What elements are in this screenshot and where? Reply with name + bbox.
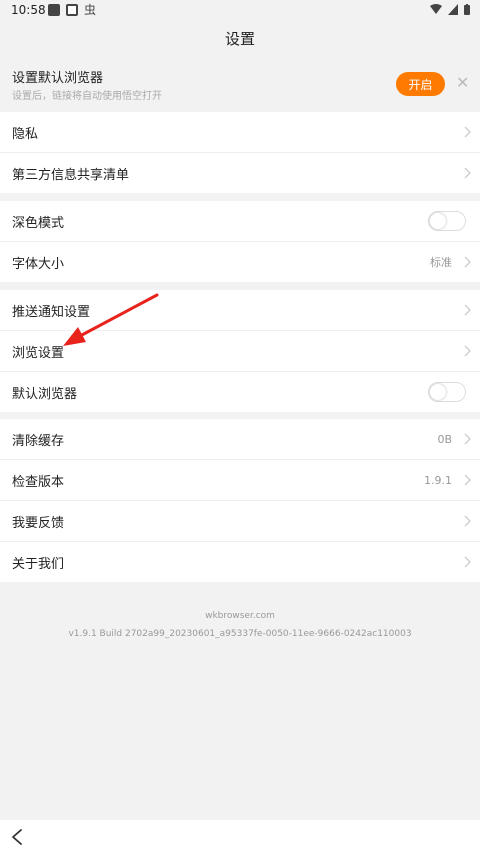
settings-row-third-party-sharing[interactable]: 第三方信息共享清单	[0, 153, 480, 193]
dark-mode-toggle[interactable]	[428, 211, 466, 231]
settings-row-font-size[interactable]: 字体大小 标准	[0, 242, 480, 282]
font-notification-icon	[66, 4, 78, 16]
status-time: 10:58	[11, 3, 46, 17]
page-title: 设置	[224, 29, 255, 48]
banner-subtitle: 设置后，链接将自动使用悟空打开	[12, 91, 162, 102]
settings-group-misc: 清除缓存 0B 检查版本 1.9.1 我要反馈 关于我们	[0, 419, 480, 582]
version-value: 1.9.1	[424, 473, 452, 487]
chevron-right-icon	[464, 256, 471, 268]
chevron-right-icon	[464, 126, 471, 138]
settings-row-privacy[interactable]: 隐私	[0, 112, 480, 153]
row-label: 检查版本	[12, 474, 65, 490]
row-label: 我要反馈	[12, 515, 65, 531]
system-icons	[430, 4, 470, 15]
settings-group-browse: 推送通知设置 浏览设置 默认浏览器	[0, 290, 480, 412]
cache-size-value: 0B	[437, 432, 452, 446]
chevron-right-icon	[464, 345, 471, 357]
default-browser-toggle[interactable]	[428, 382, 466, 402]
notification-icons: 虫	[48, 4, 96, 16]
chevron-right-icon	[464, 515, 471, 527]
row-label: 字体大小	[12, 256, 65, 272]
back-arrow-icon[interactable]	[10, 828, 24, 846]
toggle-knob	[430, 384, 446, 400]
row-label: 第三方信息共享清单	[12, 167, 130, 183]
wifi-icon	[430, 4, 442, 14]
settings-row-feedback[interactable]: 我要反馈	[0, 501, 480, 542]
bug-icon: 虫	[84, 3, 97, 17]
app-notification-icon	[48, 4, 60, 16]
chevron-right-icon	[464, 433, 471, 445]
close-icon[interactable]: ✕	[456, 75, 469, 91]
settings-row-default-browser: 默认浏览器	[0, 372, 480, 412]
settings-row-check-version[interactable]: 检查版本 1.9.1	[0, 460, 480, 501]
chevron-right-icon	[464, 304, 471, 316]
row-label: 深色模式	[12, 215, 65, 231]
settings-row-clear-cache[interactable]: 清除缓存 0B	[0, 419, 480, 460]
chevron-right-icon	[464, 556, 471, 568]
bottom-nav-bar	[0, 820, 480, 855]
row-label: 默认浏览器	[12, 386, 78, 402]
chevron-right-icon	[464, 167, 471, 179]
settings-row-dark-mode: 深色模式	[0, 201, 480, 242]
settings-row-browse-settings[interactable]: 浏览设置	[0, 331, 480, 372]
row-label: 隐私	[12, 126, 39, 142]
status-bar: 10:58 虫	[0, 0, 480, 22]
footer-site: wkbrowser.com	[205, 611, 275, 621]
signal-icon	[448, 4, 458, 15]
row-label: 清除缓存	[12, 433, 65, 449]
font-size-value: 标准	[430, 256, 452, 269]
settings-group-display: 深色模式 字体大小 标准	[0, 201, 480, 282]
toggle-knob	[430, 213, 446, 229]
row-label: 推送通知设置	[12, 304, 91, 320]
title-bar: 设置	[0, 22, 480, 54]
footer-version: v1.9.1 Build 2702a99_20230601_a95337fe-0…	[68, 629, 412, 639]
open-button[interactable]: 开启	[396, 72, 445, 96]
settings-group-privacy: 隐私 第三方信息共享清单	[0, 112, 480, 193]
row-label: 浏览设置	[12, 345, 65, 361]
settings-row-push-notifications[interactable]: 推送通知设置	[0, 290, 480, 331]
settings-row-about-us[interactable]: 关于我们	[0, 542, 480, 582]
row-label: 关于我们	[12, 556, 65, 572]
banner-title: 设置默认浏览器	[12, 71, 104, 86]
chevron-right-icon	[464, 474, 471, 486]
battery-icon	[464, 4, 470, 15]
